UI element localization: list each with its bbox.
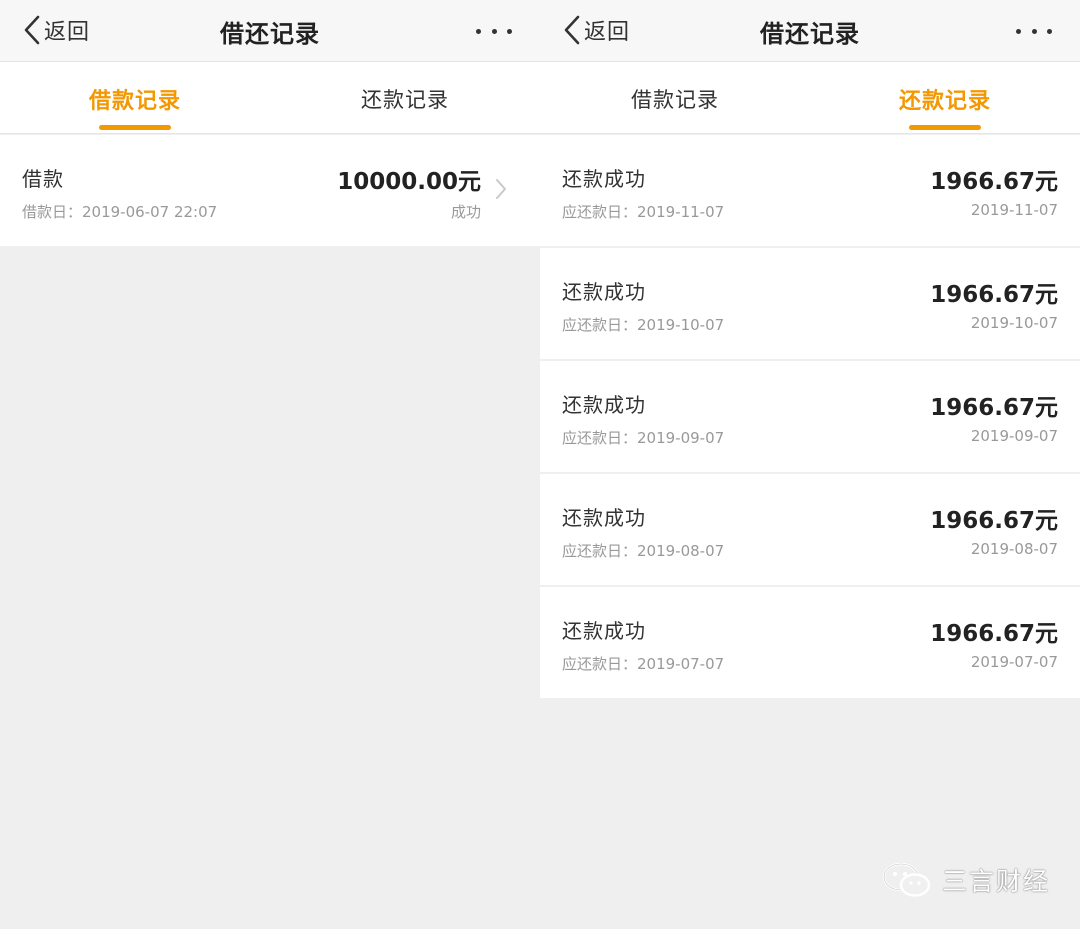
page-title: 借还记录 xyxy=(220,20,320,48)
more-dots-icon[interactable] xyxy=(1016,27,1052,35)
repayment-amount: 1966.67元 xyxy=(930,395,1058,421)
loan-title: 借款 xyxy=(22,167,64,191)
wechat-icon xyxy=(882,862,931,897)
tab-label: 借款记录 xyxy=(631,88,719,112)
repayment-title: 还款成功 xyxy=(562,167,646,191)
tab-bar: 借款记录 还款记录 xyxy=(0,62,540,134)
repayment-record-row[interactable]: 还款成功 应还款日：2019-10-07 1966.67元 2019-10-07 xyxy=(540,248,1080,359)
nav-bar: 返回 借还记录 xyxy=(0,0,540,62)
repayment-title: 还款成功 xyxy=(562,280,646,304)
repayment-date: 2019-11-07 xyxy=(970,201,1058,219)
repayment-record-row[interactable]: 还款成功 应还款日：2019-08-07 1966.67元 2019-08-07 xyxy=(540,474,1080,585)
loan-date: 借款日：2019-06-07 22:07 xyxy=(22,203,218,221)
dot xyxy=(1047,28,1052,34)
dot xyxy=(1031,28,1037,34)
dot xyxy=(507,28,512,34)
repayment-date: 2019-10-07 xyxy=(970,314,1058,332)
repayment-due-date: 应还款日：2019-08-07 xyxy=(562,542,725,560)
repayment-due-date: 应还款日：2019-10-07 xyxy=(562,316,725,334)
loan-records-screen: 返回 借还记录 借款记录 还款记录 借款 借款日：2019-06-07 22:0… xyxy=(0,0,540,929)
tab-label: 还款记录 xyxy=(361,88,449,112)
repayment-amount: 1966.67元 xyxy=(930,508,1058,534)
repayment-amount: 1966.67元 xyxy=(930,169,1058,195)
repayment-title: 还款成功 xyxy=(562,619,646,643)
tab-bar: 借款记录 还款记录 xyxy=(540,62,1080,134)
more-dots-icon[interactable] xyxy=(476,27,512,35)
repayment-record-row[interactable]: 还款成功 应还款日：2019-11-07 1966.67元 2019-11-07 xyxy=(540,135,1080,246)
repayment-record-row[interactable]: 还款成功 应还款日：2019-09-07 1966.67元 2019-09-07 xyxy=(540,361,1080,472)
active-tab-indicator xyxy=(99,125,171,130)
repayment-title: 还款成功 xyxy=(562,393,646,417)
repayment-date: 2019-08-07 xyxy=(970,540,1058,558)
watermark: 三言财经 xyxy=(880,858,1050,902)
loan-status: 成功 xyxy=(450,203,481,221)
nav-bar: 返回 借还记录 xyxy=(540,0,1080,62)
loan-amount: 10000.00元 xyxy=(337,169,481,195)
dot xyxy=(491,28,497,34)
watermark-text: 三言财经 xyxy=(942,867,1051,896)
repayment-records-screen: 返回 借还记录 借款记录 还款记录 还款成功 应还款日：2019-11-07 1… xyxy=(540,0,1080,929)
tab-loan-records[interactable]: 借款记录 xyxy=(0,62,270,133)
repayment-due-date: 应还款日：2019-09-07 xyxy=(562,429,725,447)
tab-label: 还款记录 xyxy=(898,89,991,114)
repayment-date: 2019-07-07 xyxy=(970,653,1058,671)
repayment-title: 还款成功 xyxy=(562,506,646,530)
page-title: 借还记录 xyxy=(760,20,860,48)
repayment-amount: 1966.67元 xyxy=(930,621,1058,647)
repayment-date: 2019-09-07 xyxy=(970,427,1058,445)
chevron-right-icon xyxy=(496,179,506,199)
repayment-due-date: 应还款日：2019-07-07 xyxy=(562,655,725,673)
tab-repayment-records[interactable]: 还款记录 xyxy=(810,62,1080,133)
active-tab-indicator xyxy=(909,125,981,130)
tab-label: 借款记录 xyxy=(88,89,181,114)
tab-repayment-records[interactable]: 还款记录 xyxy=(270,62,540,133)
repayment-record-row[interactable]: 还款成功 应还款日：2019-07-07 1966.67元 2019-07-07 xyxy=(540,587,1080,698)
repayment-due-date: 应还款日：2019-11-07 xyxy=(562,203,725,221)
repayment-amount: 1966.67元 xyxy=(930,282,1058,308)
loan-record-row[interactable]: 借款 借款日：2019-06-07 22:07 10000.00元 成功 xyxy=(0,135,540,246)
dot xyxy=(1016,28,1021,34)
tab-loan-records[interactable]: 借款记录 xyxy=(540,62,810,133)
dot xyxy=(476,28,481,34)
